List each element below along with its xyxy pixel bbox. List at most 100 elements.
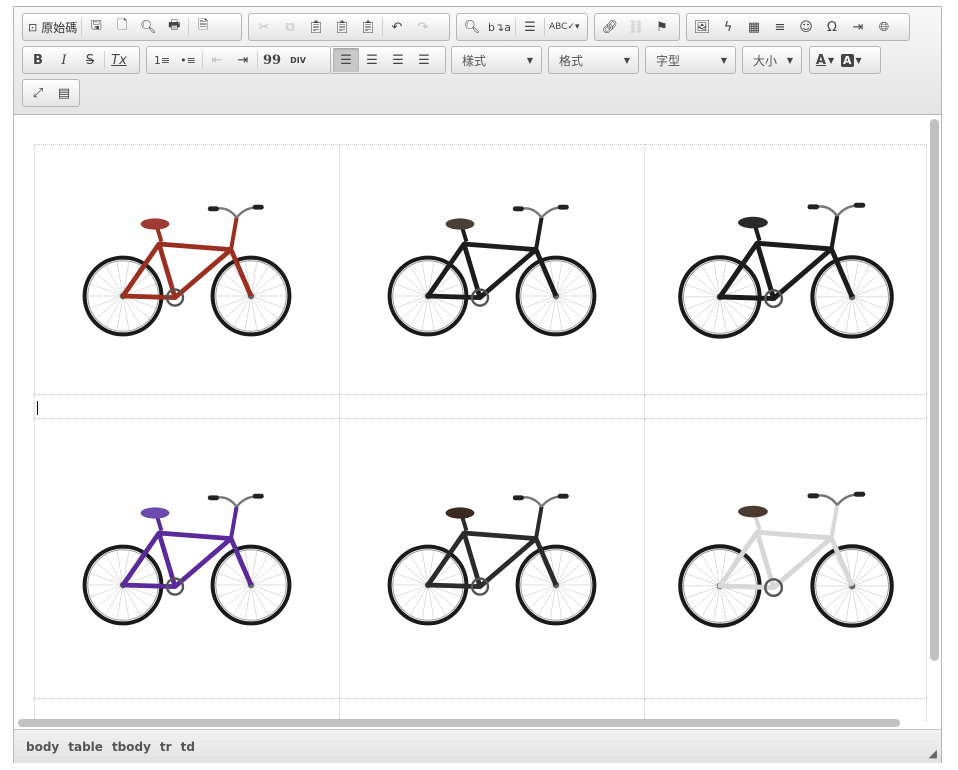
horizontal-rule-button[interactable]: ≡ xyxy=(767,15,793,39)
unlink-button[interactable]: ⛓ xyxy=(623,15,649,39)
separator xyxy=(543,18,545,36)
undo-button[interactable]: ↶ xyxy=(384,15,410,39)
table-cell-empty[interactable] xyxy=(34,394,340,419)
justify-button[interactable]: ☰ xyxy=(411,48,437,72)
table-cell-empty[interactable] xyxy=(644,394,927,419)
redo-button[interactable]: ↷ xyxy=(410,15,436,39)
font-dropdown[interactable]: 字型 ▼ xyxy=(645,46,736,74)
anchor-button[interactable]: ⚑ xyxy=(649,15,675,39)
styles-label: 樣式 xyxy=(462,53,487,68)
remove-format-button[interactable]: Tx xyxy=(106,48,132,72)
horizontal-scrollbar[interactable] xyxy=(18,719,900,727)
red-cruiser-bike-image[interactable] xyxy=(67,173,307,363)
size-dropdown[interactable]: 大小 ▼ xyxy=(742,46,802,74)
select-all-button[interactable]: ☰ xyxy=(517,15,543,39)
bg-color-icon: A xyxy=(841,53,854,67)
smiley-button[interactable]: ☺ xyxy=(793,15,819,39)
breadcrumb-item-tr[interactable]: tr xyxy=(160,740,172,754)
table-cell[interactable] xyxy=(339,418,645,699)
smiley-icon: ☺ xyxy=(799,19,813,35)
black-dutch-bike-image[interactable] xyxy=(372,462,612,652)
table-cell[interactable] xyxy=(644,418,927,699)
vertical-scrollbar[interactable] xyxy=(930,119,939,661)
print-icon: 🖶 xyxy=(168,18,181,33)
resize-handle-icon[interactable]: ◢ xyxy=(929,747,937,760)
italic-button[interactable]: I xyxy=(51,48,77,72)
paste-word-button[interactable]: 📋︎ xyxy=(355,15,381,39)
text-color-button[interactable]: A ▼ xyxy=(812,48,838,72)
preview-button[interactable]: 🔍︎ xyxy=(135,15,161,39)
blockquote-button[interactable]: 99 xyxy=(259,48,285,72)
align-center-button[interactable]: ☰ xyxy=(359,48,385,72)
templates-icon: 🗎 xyxy=(198,18,209,33)
outdent-button[interactable]: ⇤ xyxy=(204,48,230,72)
show-blocks-button[interactable]: ▤ xyxy=(51,81,77,105)
table-cell-empty[interactable] xyxy=(34,698,340,721)
breadcrumb-item-table[interactable]: table xyxy=(68,740,103,754)
source-button[interactable]: ⊡ 原始碼 xyxy=(25,15,80,39)
table-cell[interactable] xyxy=(644,144,927,395)
templates-button[interactable]: 🗎 xyxy=(190,15,216,39)
black-cruiser-bike-image[interactable] xyxy=(372,173,612,363)
breadcrumb-item-tbody[interactable]: tbody xyxy=(112,740,151,754)
link-button[interactable]: 🔗︎ xyxy=(597,15,623,39)
chevron-down-icon: ▼ xyxy=(623,55,630,65)
separator xyxy=(382,18,383,36)
separator xyxy=(202,51,203,69)
preview-icon: 🔍︎ xyxy=(139,19,157,35)
bulleted-list-button[interactable]: •≡ xyxy=(175,48,201,72)
rich-text-editor: ⊡ 原始碼 🖫 🗋 🔍︎ 🖶 🗎 ✂ ⧉ 📋︎ 📋︎ 📋︎ ↶ ↷ 🔍︎ b↴a xyxy=(13,6,942,763)
page-break-button[interactable]: ⇥ xyxy=(845,15,871,39)
new-page-button[interactable]: 🗋 xyxy=(109,15,135,39)
replace-button[interactable]: b↴a xyxy=(485,15,514,39)
paste-text-button[interactable]: 📋︎ xyxy=(329,15,355,39)
find-button[interactable]: 🔍︎ xyxy=(459,15,485,39)
horizontal-rule-icon: ≡ xyxy=(774,19,786,35)
table-cell[interactable] xyxy=(34,144,340,395)
numbered-list-button[interactable]: 1≡ xyxy=(149,48,175,72)
paste-word-icon: 📋︎ xyxy=(359,19,377,35)
styles-dropdown[interactable]: 樣式 ▼ xyxy=(451,46,542,74)
align-right-button[interactable]: ☰ xyxy=(385,48,411,72)
cut-icon: ✂ xyxy=(258,19,270,35)
basic-styles-group: B I S Tx xyxy=(22,46,140,74)
separator xyxy=(188,18,190,36)
bg-color-button[interactable]: A ▼ xyxy=(838,48,865,72)
breadcrumb-item-body[interactable]: body xyxy=(26,740,59,754)
align-left-button[interactable]: ☰ xyxy=(333,48,359,72)
spellcheck-button[interactable]: ABC✓▾ xyxy=(546,15,583,39)
paste-icon: 📋︎ xyxy=(307,19,325,35)
paste-button[interactable]: 📋︎ xyxy=(303,15,329,39)
bike-table[interactable] xyxy=(34,144,927,721)
replace-icon: b↴a xyxy=(488,20,511,34)
copy-button[interactable]: ⧉ xyxy=(277,15,303,39)
breadcrumb-item-td[interactable]: td xyxy=(181,740,195,754)
flash-button[interactable]: ϟ xyxy=(715,15,741,39)
table-cell[interactable] xyxy=(34,418,340,699)
table-button[interactable]: ▦ xyxy=(741,15,767,39)
separator xyxy=(81,18,83,36)
table-cell-empty[interactable] xyxy=(339,394,645,419)
editor-content[interactable] xyxy=(14,116,929,721)
black-mountain-bike-image[interactable] xyxy=(655,173,917,363)
special-char-button[interactable]: Ω xyxy=(819,15,845,39)
bold-button[interactable]: B xyxy=(25,48,51,72)
indent-button[interactable]: ⇥ xyxy=(230,48,256,72)
div-container-button[interactable]: DIV xyxy=(285,48,311,72)
table-cell-empty[interactable] xyxy=(644,698,927,721)
white-city-bike-image[interactable] xyxy=(655,462,917,652)
find-icon: 🔍︎ xyxy=(463,19,481,35)
strike-button[interactable]: S xyxy=(77,48,103,72)
print-button[interactable]: 🖶 xyxy=(161,15,187,39)
format-dropdown[interactable]: 格式 ▼ xyxy=(548,46,639,74)
maximize-button[interactable]: ⤢ xyxy=(25,81,51,105)
table-cell[interactable] xyxy=(339,144,645,395)
save-button[interactable]: 🖫 xyxy=(83,15,109,39)
purple-cruiser-bike-image[interactable] xyxy=(67,462,307,652)
image-button[interactable]: 🖼︎ xyxy=(689,15,715,39)
globe-icon: 🌐︎ xyxy=(878,19,890,35)
iframe-button[interactable]: 🌐︎ xyxy=(871,15,897,39)
separator xyxy=(104,51,105,69)
cut-button[interactable]: ✂ xyxy=(251,15,277,39)
table-cell-empty[interactable] xyxy=(339,698,645,721)
